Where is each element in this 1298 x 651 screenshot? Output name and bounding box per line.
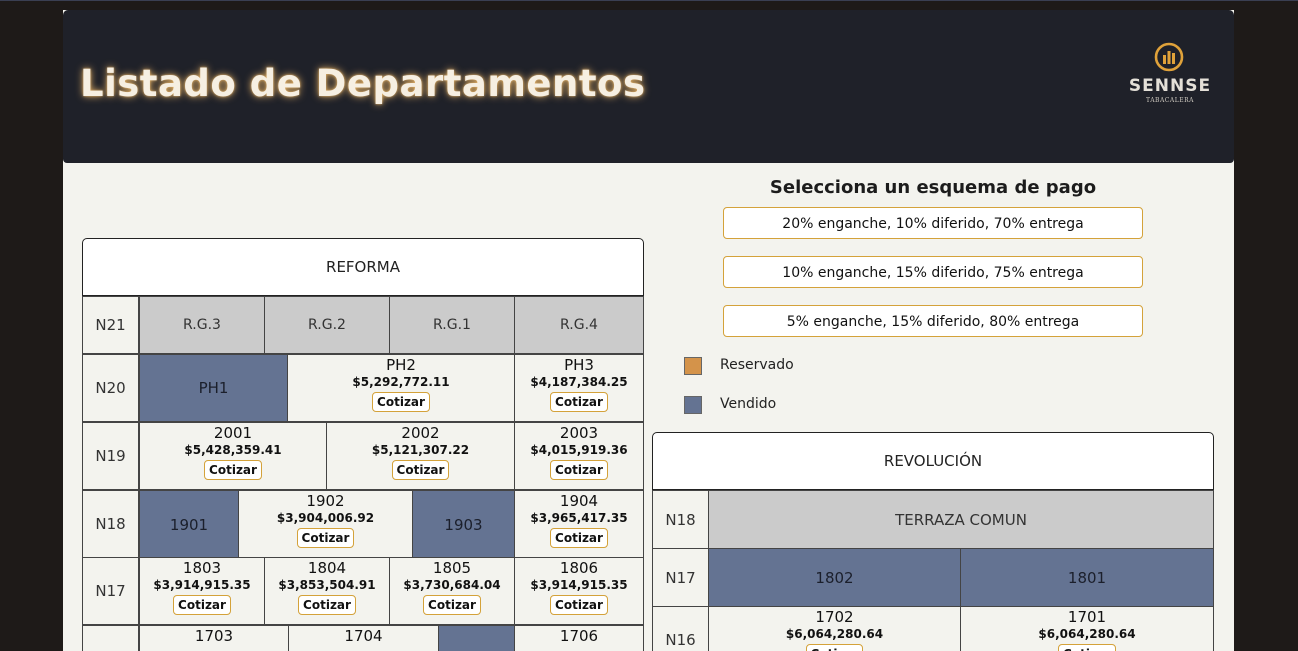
unit-sold: PH1 [139,354,288,422]
unit-available: 1803 $3,914,915.35 Cotizar [139,557,265,625]
unit-number: 2001 [213,424,253,442]
unit-price: $3,914,915.35 [530,578,628,592]
unit-number: 1904 [559,492,599,510]
row-label: N18 [652,490,709,549]
unit-available: 1701 $6,064,280.64 Cotizar [960,606,1214,651]
cotizar-button[interactable]: Cotizar [423,595,481,615]
unit-sold: 1801 [960,548,1214,607]
unit-number: 2003 [559,424,599,442]
unit-available: 1704 [288,625,439,651]
cotizar-button[interactable]: Cotizar [550,528,608,548]
unit-price: $3,730,684.04 [403,578,501,592]
unit-sold: 1901 [139,490,239,558]
unit-price: $5,121,307.22 [371,443,470,457]
unit-available: 1902 $3,904,006.92 Cotizar [238,490,413,558]
unit-number: 1805 [432,559,472,577]
unit-available: 1706 [514,625,644,651]
unit-available: 2002 $5,121,307.22 Cotizar [326,422,515,490]
unit-available: 1703 [139,625,289,651]
unit-price: $5,428,359.41 [184,443,282,457]
unit-number: 1803 [182,559,222,577]
unit-number: 1902 [306,492,345,510]
unit-common: R.G.2 [264,296,390,354]
sennse-logo: SENNSE TABACALERA [1120,42,1220,108]
row-label: N16 [652,606,709,651]
unit-number: 1706 [559,627,599,645]
cotizar-button[interactable]: Cotizar [805,644,864,651]
unit-sold [438,625,515,651]
unit-available: PH2 $5,292,772.11 Cotizar [287,354,515,422]
vendido-swatch [684,396,702,414]
unit-sold: 1802 [708,548,961,607]
unit-price: $3,914,915.35 [153,578,251,592]
page-title: Listado de Departamentos [80,62,646,105]
legend-label: Vendido [720,396,777,412]
unit-price: $5,292,772.11 [352,375,450,389]
row-label: N21 [82,296,139,354]
row-label: N17 [82,557,139,625]
cotizar-button[interactable]: Cotizar [1058,644,1116,651]
row-label: N20 [82,354,139,422]
unit-price: $4,015,919.36 [530,443,628,457]
unit-price: $6,064,280.64 [1038,627,1136,641]
cotizar-button[interactable]: Cotizar [298,595,356,615]
unit-available: 1804 $3,853,504.91 Cotizar [264,557,390,625]
unit-number: 2002 [401,424,440,442]
building-logo-icon [1154,42,1184,72]
legend-label: Reservado [720,357,794,373]
unit-available: 1806 $3,914,915.35 Cotizar [514,557,644,625]
row-label: N17 [652,548,709,607]
logo-wordmark: SENNSE [1128,76,1212,96]
payment-option-5[interactable]: 5% enganche, 15% diferido, 80% entrega [723,305,1143,337]
unit-number: PH3 [564,356,594,374]
unit-number: 1703 [194,627,234,645]
window-top-line [0,0,1298,1]
cotizar-button[interactable]: Cotizar [296,528,355,548]
unit-number: 1804 [307,559,347,577]
unit-price: $3,904,006.92 [276,511,375,525]
unit-number: 1806 [559,559,599,577]
revolucion-title: REVOLUCIÓN [652,432,1214,490]
reservado-swatch [684,357,702,375]
unit-price: $4,187,384.25 [530,375,628,389]
unit-common: R.G.1 [389,296,515,354]
row-label: N18 [82,490,139,558]
unit-price: $3,853,504.91 [278,578,376,592]
unit-price: $3,965,417.35 [530,511,628,525]
unit-common: R.G.4 [514,296,644,354]
unit-price: $6,064,280.64 [785,627,884,641]
cotizar-button[interactable]: Cotizar [550,460,608,480]
unit-available: PH3 $4,187,384.25 Cotizar [514,354,644,422]
payment-option-20[interactable]: 20% enganche, 10% diferido, 70% entrega [723,207,1143,239]
unit-available: 1805 $3,730,684.04 Cotizar [389,557,515,625]
unit-available: 1904 $3,965,417.35 Cotizar [514,490,644,558]
unit-number: 1702 [815,608,854,626]
payment-scheme-title: Selecciona un esquema de pago [769,177,1097,198]
cotizar-button[interactable]: Cotizar [173,595,231,615]
unit-number: PH2 [386,356,416,374]
row-label: N19 [82,422,139,490]
unit-available: 1702 $6,064,280.64 Cotizar [708,606,961,651]
row-label [82,625,139,651]
unit-common: TERRAZA COMUN [708,490,1214,549]
unit-common: R.G.3 [139,296,265,354]
cotizar-button[interactable]: Cotizar [550,392,608,412]
unit-available: 2003 $4,015,919.36 Cotizar [514,422,644,490]
unit-number: 1701 [1067,608,1107,626]
cotizar-button[interactable]: Cotizar [391,460,450,480]
cotizar-button[interactable]: Cotizar [372,392,430,412]
reforma-title: REFORMA [82,238,644,296]
cotizar-button[interactable]: Cotizar [550,595,608,615]
payment-option-10[interactable]: 10% enganche, 15% diferido, 75% entrega [723,256,1143,288]
unit-sold: 1903 [412,490,515,558]
cotizar-button[interactable]: Cotizar [204,460,262,480]
unit-number: 1704 [344,627,383,645]
unit-available: 2001 $5,428,359.41 Cotizar [139,422,327,490]
logo-subtitle: TABACALERA [1146,97,1194,104]
